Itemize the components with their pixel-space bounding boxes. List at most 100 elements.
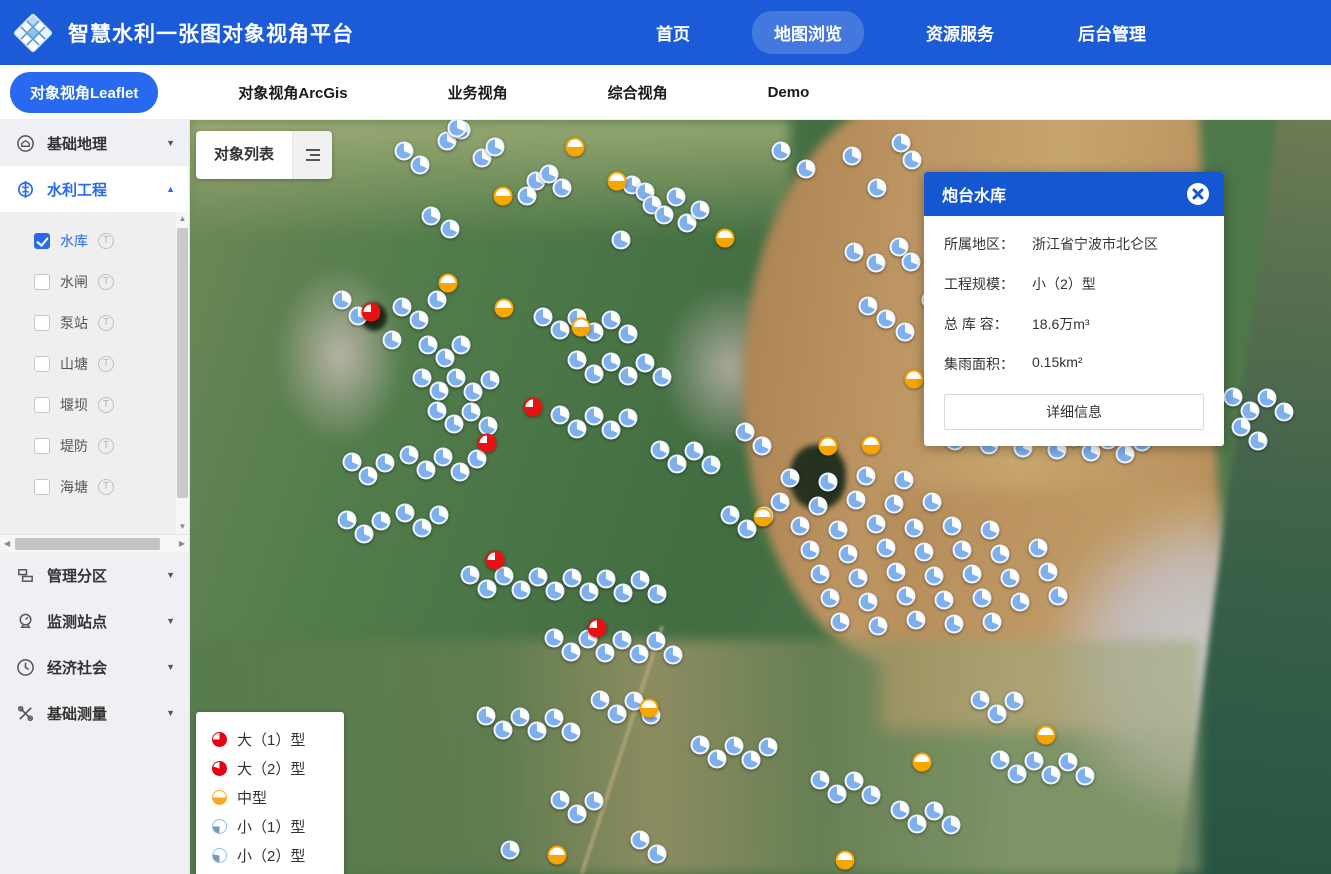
reservoir-marker-large[interactable] [524,398,543,417]
reservoir-marker-small[interactable] [945,615,964,634]
reservoir-marker-small[interactable] [849,569,868,588]
reservoir-marker-small[interactable] [801,541,820,560]
reservoir-marker-small[interactable] [393,298,412,317]
reservoir-marker-small[interactable] [1001,569,1020,588]
vertical-scrollbar[interactable]: ▲▼ [176,212,189,534]
reservoir-marker-small[interactable] [1039,563,1058,582]
reservoir-marker-small[interactable] [422,207,441,226]
reservoir-marker-small[interactable] [612,231,631,250]
reservoir-marker-small[interactable] [568,420,587,439]
reservoir-marker-small[interactable] [963,565,982,584]
reservoir-marker-small[interactable] [464,383,483,402]
reservoir-marker-small[interactable] [1224,388,1243,407]
reservoir-marker-small[interactable] [602,421,621,440]
reservoir-marker-small[interactable] [568,805,587,824]
reservoir-marker-small[interactable] [923,493,942,512]
reservoir-marker-medium[interactable] [608,172,627,191]
reservoir-marker-small[interactable] [376,454,395,473]
reservoir-marker-small[interactable] [445,415,464,434]
sidebar-item-base-geo[interactable]: 基础地理▼ [0,120,189,166]
reservoir-marker-small[interactable] [759,738,778,757]
reservoir-marker-small[interactable] [477,707,496,726]
reservoir-marker-small[interactable] [434,448,453,467]
reservoir-marker-small[interactable] [436,349,455,368]
reservoir-marker-small[interactable] [619,367,638,386]
reservoir-marker-small[interactable] [359,467,378,486]
reservoir-marker-small[interactable] [1076,767,1095,786]
reservoir-marker-small[interactable] [895,471,914,490]
reservoir-marker-medium[interactable] [439,274,458,293]
reservoir-marker-small[interactable] [892,134,911,153]
reservoir-marker-small[interactable] [653,368,672,387]
reservoir-marker-small[interactable] [791,517,810,536]
reservoir-marker-small[interactable] [1005,692,1024,711]
horizontal-scroll-thumb[interactable] [15,538,160,550]
reservoir-marker-medium[interactable] [716,229,735,248]
reservoir-marker-small[interactable] [915,543,934,562]
reservoir-marker-small[interactable] [877,539,896,558]
top-nav-item-资源服务[interactable]: 资源服务 [904,11,1016,54]
reservoir-marker-small[interactable] [400,446,419,465]
layer-checkbox-山塘[interactable] [34,356,50,372]
reservoir-marker-medium[interactable] [495,299,514,318]
reservoir-marker-medium[interactable] [494,187,513,206]
reservoir-marker-small[interactable] [943,517,962,536]
reservoir-marker-small[interactable] [396,504,415,523]
reservoir-marker-small[interactable] [691,201,710,220]
reservoir-marker-small[interactable] [897,587,916,606]
reservoir-marker-small[interactable] [1258,389,1277,408]
reservoir-marker-small[interactable] [1049,587,1068,606]
reservoir-marker-small[interactable] [602,311,621,330]
reservoir-marker-small[interactable] [953,541,972,560]
sidebar-item-mgmt-zones[interactable]: 管理分区▼ [0,552,189,598]
reservoir-marker-small[interactable] [1042,766,1061,785]
reservoir-marker-small[interactable] [411,156,430,175]
reservoir-marker-large[interactable] [362,303,381,322]
reservoir-marker-small[interactable] [546,582,565,601]
reservoir-marker-small[interactable] [563,569,582,588]
label-toggle-icon[interactable]: T [98,438,114,454]
reservoir-marker-small[interactable] [925,802,944,821]
reservoir-marker-small[interactable] [545,709,564,728]
reservoir-marker-small[interactable] [512,581,531,600]
reservoir-marker-small[interactable] [991,545,1010,564]
reservoir-marker-small[interactable] [819,473,838,492]
reservoir-marker-small[interactable] [495,567,514,586]
reservoir-marker-small[interactable] [619,325,638,344]
reservoir-marker-small[interactable] [738,520,757,539]
object-list-toggle-button[interactable] [292,131,332,179]
reservoir-marker-small[interactable] [413,519,432,538]
reservoir-marker-small[interactable] [869,617,888,636]
reservoir-marker-small[interactable] [461,566,480,585]
reservoir-marker-small[interactable] [771,493,790,512]
reservoir-marker-small[interactable] [885,495,904,514]
reservoir-marker-small[interactable] [430,382,449,401]
reservoir-marker-small[interactable] [981,521,1000,540]
reservoir-marker-small[interactable] [902,253,921,272]
reservoir-marker-small[interactable] [529,568,548,587]
reservoir-marker-small[interactable] [580,583,599,602]
reservoir-marker-small[interactable] [1249,432,1268,451]
reservoir-marker-small[interactable] [333,291,352,310]
detail-info-button[interactable]: 详细信息 [944,394,1204,430]
reservoir-marker-small[interactable] [613,631,632,650]
reservoir-marker-medium[interactable] [862,436,881,455]
reservoir-marker-small[interactable] [494,721,513,740]
reservoir-marker-small[interactable] [478,580,497,599]
reservoir-marker-small[interactable] [428,402,447,421]
reservoir-marker-small[interactable] [511,708,530,727]
sidebar-item-water-projects[interactable]: 水利工程▲ [0,166,189,212]
reservoir-marker-small[interactable] [691,736,710,755]
reservoir-marker-small[interactable] [355,525,374,544]
label-toggle-icon[interactable]: T [98,356,114,372]
reservoir-marker-small[interactable] [648,585,667,604]
sidebar-item-monitor-stations[interactable]: 监测站点▼ [0,598,189,644]
reservoir-marker-small[interactable] [608,705,627,724]
top-nav-item-首页[interactable]: 首页 [634,11,712,54]
reservoir-marker-small[interactable] [452,336,471,355]
reservoir-marker-small[interactable] [845,772,864,791]
reservoir-marker-small[interactable] [551,791,570,810]
reservoir-marker-small[interactable] [614,584,633,603]
reservoir-marker-small[interactable] [983,613,1002,632]
reservoir-marker-small[interactable] [1116,445,1135,464]
